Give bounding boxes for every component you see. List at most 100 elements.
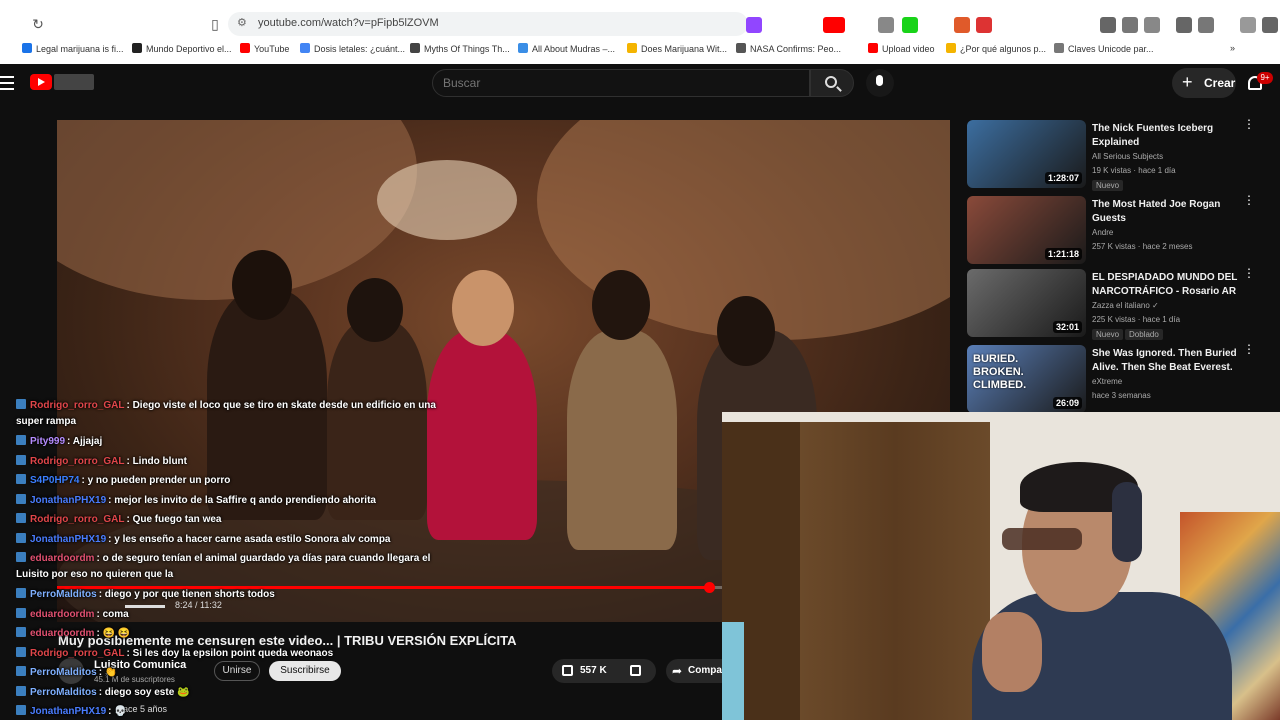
bookmark-item[interactable]: YouTube xyxy=(240,43,289,54)
recommended-title[interactable]: She Was Ignored. Then Buried Alive. Then… xyxy=(1092,347,1240,375)
search-input[interactable] xyxy=(443,76,783,90)
chat-username: S4P0HP74 xyxy=(30,475,80,486)
recommended-channel[interactable]: All Serious Subjects xyxy=(1092,152,1163,161)
favicon-icon xyxy=(518,43,528,53)
chat-badge-icon xyxy=(16,513,26,523)
favicon-icon xyxy=(410,43,420,53)
progress-scrubber[interactable] xyxy=(703,582,715,593)
youtube-logo-icon[interactable] xyxy=(30,74,52,90)
favicon-icon xyxy=(868,43,878,53)
favicon-icon xyxy=(1054,43,1064,53)
site-info-icon[interactable]: ⚙ xyxy=(237,16,247,29)
youtube-extension-icon[interactable] xyxy=(823,17,845,33)
sidebar-icon[interactable] xyxy=(1198,17,1214,33)
recommended-video[interactable]: 1:28:07 The Nick Fuentes Iceberg Explain… xyxy=(967,118,1267,191)
thumbs-down-icon[interactable] xyxy=(630,665,641,676)
chat-text: Lindo blunt xyxy=(132,455,187,467)
new-badge: Nuevo xyxy=(1092,180,1124,191)
share-icon: ➦ xyxy=(672,664,683,678)
bookmark-item[interactable]: Does Marijuana Wit... xyxy=(627,43,727,54)
chat-message: JonathanPHX19: mejor les invito de la Sa… xyxy=(16,491,446,511)
person-head xyxy=(347,278,403,342)
warning-extension-icon[interactable] xyxy=(976,17,992,33)
recommended-title[interactable]: The Most Hated Joe Rogan Guests xyxy=(1092,198,1240,226)
bookmark-item[interactable]: ¿Por qué algunos p... xyxy=(946,43,1046,54)
chat-username: PerroMalditos xyxy=(30,589,97,600)
search-box[interactable] xyxy=(432,69,810,97)
more-options-icon[interactable]: ⋮ xyxy=(1243,267,1255,279)
voice-search-button[interactable] xyxy=(866,69,894,97)
like-count: 557 K xyxy=(580,665,607,676)
bookmark-item[interactable]: Legal marijuana is fi... xyxy=(22,43,124,54)
share-label: Compartir xyxy=(688,665,722,676)
chat-message: Rodrigo_rorro_GAL: Si les doy la epsilon… xyxy=(16,644,446,664)
kick-extension-icon[interactable] xyxy=(902,17,918,33)
shield-extension-icon[interactable] xyxy=(954,17,970,33)
cast-extension-icon[interactable] xyxy=(878,17,894,33)
thumbs-up-icon[interactable] xyxy=(562,665,573,676)
address-bar[interactable]: ⚙ youtube.com/watch?v=pFipb5lZOVM xyxy=(228,12,748,36)
bookmark-item[interactable]: Claves Unicode par... xyxy=(1054,43,1154,54)
video-thumbnail[interactable]: 1:21:18 xyxy=(967,196,1086,264)
chat-text: 👏 xyxy=(104,667,118,678)
chat-text: y no pueden prender un porro xyxy=(87,475,231,486)
chat-badge-icon xyxy=(16,685,26,696)
chat-username: JonathanPHX19 xyxy=(30,494,107,506)
recommended-title[interactable]: The Nick Fuentes Iceberg Explained xyxy=(1092,122,1240,150)
media-icon[interactable] xyxy=(1176,17,1192,33)
chat-badge-icon xyxy=(16,532,26,543)
bookmark-item[interactable]: Myths Of Things Th... xyxy=(410,43,510,54)
chat-text: y les enseño a hacer carne asada estilo … xyxy=(114,533,391,545)
browser-chrome: ↻ ▯ ⚙ youtube.com/watch?v=pFipb5lZOVM Le… xyxy=(0,0,1280,64)
tab-search-icon[interactable] xyxy=(1144,17,1160,33)
bookmark-icon[interactable]: ▯ xyxy=(205,14,225,34)
create-button[interactable]: + Crear xyxy=(1172,68,1236,98)
recommended-meta: 19 K vistas · hace 1 día xyxy=(1092,166,1176,175)
menu-icon[interactable] xyxy=(0,76,14,90)
search-button[interactable] xyxy=(810,69,854,97)
recommended-channel[interactable]: Zazza el italiano ✓ xyxy=(1092,301,1159,310)
more-bookmarks-icon[interactable]: » xyxy=(1230,43,1235,53)
recommended-video[interactable]: 1:21:18 The Most Hated Joe Rogan Guests … xyxy=(967,194,1267,266)
chat-text: coma xyxy=(102,608,129,620)
chat-message: JonathanPHX19: 💀 xyxy=(16,702,446,720)
more-options-icon[interactable]: ⋮ xyxy=(1243,343,1255,355)
bookmark-item[interactable]: All About Mudras –... xyxy=(518,43,615,54)
chat-username: Rodrigo_rorro_GAL xyxy=(30,400,125,411)
recommended-channel[interactable]: Andre xyxy=(1092,228,1113,237)
bookmark-item[interactable]: Dosis letales: ¿cuánt... xyxy=(300,43,405,54)
puzzle-extension-icon[interactable] xyxy=(1100,17,1116,33)
video-thumbnail[interactable]: 32:01 xyxy=(967,269,1086,337)
recommended-video[interactable]: 32:01 EL DESPIADADO MUNDO DEL NARCOTRÁFI… xyxy=(967,267,1267,340)
chat-message: Rodrigo_rorro_GAL: Lindo blunt xyxy=(16,452,446,472)
recommended-title[interactable]: EL DESPIADADO MUNDO DEL NARCOTRÁFICO - R… xyxy=(1092,271,1240,299)
bookmarks-star-icon[interactable] xyxy=(1240,17,1256,33)
duration-badge: 1:21:18 xyxy=(1044,248,1082,260)
person-head xyxy=(592,270,650,340)
video-thumbnail[interactable]: 1:28:07 xyxy=(967,120,1086,188)
chat-message: eduardoordm: 😆 😆 xyxy=(16,624,446,644)
extensions-icon[interactable] xyxy=(1122,17,1138,33)
youtube-logo-wordmark[interactable] xyxy=(54,74,94,90)
chat-badge-icon xyxy=(16,588,26,598)
chat-badge-icon xyxy=(16,607,26,618)
reload-icon[interactable]: ↻ xyxy=(28,14,48,34)
twitch-extension-icon[interactable] xyxy=(746,17,762,33)
bookmark-item[interactable]: Upload video xyxy=(868,43,935,54)
chat-message: JonathanPHX19: y les enseño a hacer carn… xyxy=(16,530,446,550)
recommended-channel[interactable]: eXtreme xyxy=(1092,377,1122,386)
chat-message: PerroMalditos: diego y por que tienen sh… xyxy=(16,585,446,605)
video-thumbnail[interactable]: BURIED. BROKEN. CLIMBED. 26:09 xyxy=(967,345,1086,413)
streamer-hand xyxy=(982,612,1042,692)
plus-icon: + xyxy=(1182,72,1193,92)
chat-username: Rodrigo_rorro_GAL xyxy=(30,514,125,525)
profile-icon[interactable] xyxy=(1262,17,1278,33)
more-options-icon[interactable]: ⋮ xyxy=(1243,118,1255,130)
chat-message: Pity999: Ajjajaj xyxy=(16,432,446,452)
bookmark-item[interactable]: Mundo Deportivo el... xyxy=(132,43,232,54)
bookmark-item[interactable]: NASA Confirms: Peo... xyxy=(736,43,841,54)
more-options-icon[interactable]: ⋮ xyxy=(1243,194,1255,206)
recommended-video[interactable]: BURIED. BROKEN. CLIMBED. 26:09 She Was I… xyxy=(967,343,1267,415)
share-button[interactable]: ➦ Compartir xyxy=(666,659,722,683)
chat-text: diego y por que tienen shorts todos xyxy=(104,589,275,600)
